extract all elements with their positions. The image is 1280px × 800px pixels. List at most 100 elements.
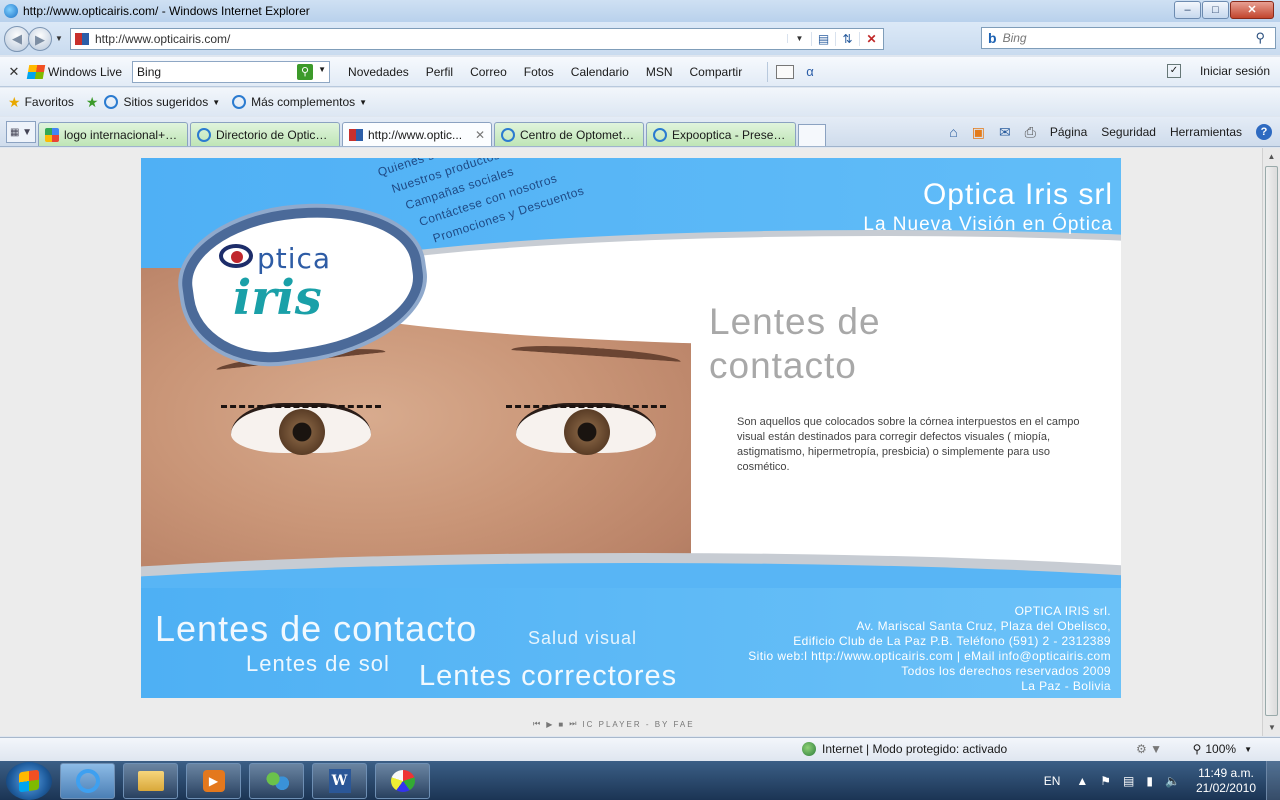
next-icon[interactable]: ⏭ <box>569 719 578 729</box>
address-line: Sitio web:l http://www.opticairis.com | … <box>748 649 1111 663</box>
refresh-icon[interactable]: ⇅ <box>835 31 859 46</box>
link-lentes-contacto[interactable]: Lentes de contacto <box>155 608 477 650</box>
close-toolbar-icon[interactable]: ✕ <box>0 64 28 80</box>
suggested-sites-link[interactable]: Sitios sugeridos <box>123 95 208 109</box>
ie-icon <box>75 768 100 793</box>
tools-status-icon[interactable]: ⚙ ▼ <box>1136 742 1162 756</box>
windows-live-label[interactable]: Windows Live <box>48 65 122 79</box>
play-icon[interactable]: ▶ <box>546 720 554 729</box>
forward-button[interactable]: ▶ <box>28 26 52 51</box>
quick-tabs-button[interactable]: ▦ ▼ <box>6 121 36 143</box>
chevron-down-icon[interactable]: ▼ <box>359 98 367 107</box>
taskbar-word[interactable]: W <box>312 762 367 799</box>
taskbar-media-player[interactable]: ▶ <box>186 762 241 799</box>
scroll-up-icon[interactable]: ▲ <box>1263 148 1280 165</box>
tab-expooptica[interactable]: Expooptica - Present... <box>646 122 796 146</box>
help-icon[interactable]: ? <box>1256 124 1272 140</box>
language-indicator[interactable]: EN <box>1044 774 1061 788</box>
taskbar-ie[interactable] <box>60 762 115 799</box>
show-hidden-icons-icon[interactable]: ▲ <box>1076 774 1088 788</box>
stop-icon[interactable]: ■ <box>558 720 565 729</box>
clock[interactable]: 11:49 a.m. 21/02/2010 <box>1196 766 1256 796</box>
show-desktop-button[interactable] <box>1266 761 1280 800</box>
link-lentes-sol[interactable]: Lentes de sol <box>246 651 390 677</box>
search-input[interactable]: b Bing ⚲ <box>981 27 1276 49</box>
ie-page-icon <box>197 127 211 142</box>
live-menu-item[interactable]: MSN <box>646 65 673 79</box>
addons-link[interactable]: Más complementos <box>251 95 355 109</box>
translate-icon[interactable]: α <box>806 64 814 79</box>
tab-label: Expooptica - Present... <box>672 127 789 142</box>
print-icon[interactable]: ⎙ <box>1025 124 1036 141</box>
windows-taskbar: ▶ W EN ▲ ⚑ ▤ ▮ 🔈 11:49 a.m. 21/02/2010 <box>0 761 1280 800</box>
address-field[interactable]: http://www.opticairis.com/ ▼ ▤ ⇅ ✕ <box>70 27 884 50</box>
signal-icon[interactable]: ▮ <box>1146 774 1153 788</box>
close-window-button[interactable]: ✕ <box>1230 1 1274 19</box>
link-lentes-correctores[interactable]: Lentes correctores <box>419 660 677 693</box>
mail-icon[interactable]: ✉ <box>999 124 1011 141</box>
google-icon <box>45 127 59 142</box>
signin-area[interactable]: ✓ Iniciar sesión <box>1166 64 1270 78</box>
scroll-thumb[interactable] <box>1265 166 1278 716</box>
scroll-down-icon[interactable]: ▼ <box>1263 719 1280 736</box>
live-menu-item[interactable]: Compartir <box>690 65 743 79</box>
stop-icon[interactable]: ✕ <box>859 31 883 46</box>
live-menu-item[interactable]: Correo <box>470 65 507 79</box>
prev-icon[interactable]: ⏮ <box>533 719 542 729</box>
tools-menu[interactable]: Herramientas <box>1170 125 1242 139</box>
ie-page-icon <box>232 95 247 109</box>
new-tab-button[interactable] <box>798 124 826 146</box>
feeds-icon[interactable]: ▣ <box>972 124 985 141</box>
recent-pages-dropdown[interactable]: ▼ <box>52 34 66 43</box>
taskbar-paint[interactable] <box>375 762 430 799</box>
chevron-down-icon[interactable]: ▼ <box>212 98 220 107</box>
music-player: ⏮ ▶ ■ ⏭ IC PLAYER - BY FAE <box>533 718 728 730</box>
volume-icon[interactable]: 🔈 <box>1165 774 1180 788</box>
start-button[interactable] <box>6 761 52 800</box>
page-menu[interactable]: Página <box>1050 125 1087 139</box>
tab-directorio-opticas[interactable]: Directorio de Opticas... <box>190 122 340 146</box>
url-text[interactable]: http://www.opticairis.com/ <box>95 32 230 46</box>
address-dropdown-icon[interactable]: ▼ <box>787 34 811 43</box>
window-title-bar: http://www.opticairis.com/ - Windows Int… <box>0 0 1280 22</box>
tab-logo-internacional[interactable]: logo internacional+o... <box>38 122 188 146</box>
vertical-scrollbar[interactable]: ▲ ▼ <box>1262 148 1280 736</box>
safety-menu[interactable]: Seguridad <box>1101 125 1156 139</box>
zone-text: Internet | Modo protegido: activado <box>822 742 1008 756</box>
ie-page-icon <box>653 127 667 142</box>
tab-opticairis-active[interactable]: http://www.optic... ✕ <box>342 122 492 146</box>
player-label: IC PLAYER - BY FAE <box>582 719 695 729</box>
live-search-input[interactable]: Bing ⚲ ▼ <box>132 60 331 83</box>
live-menu-item[interactable]: Calendario <box>571 65 629 79</box>
live-menu-item[interactable]: Fotos <box>524 65 554 79</box>
zoom-control[interactable]: ⚲ 100% ▼ <box>1193 742 1252 756</box>
security-zone[interactable]: Internet | Modo protegido: activado <box>802 742 1007 756</box>
highlight-icon[interactable] <box>776 64 795 79</box>
taskbar-explorer[interactable] <box>123 762 178 799</box>
signin-link[interactable]: Iniciar sesión <box>1200 64 1270 78</box>
search-icon[interactable]: ⚲ <box>1255 30 1265 46</box>
search-placeholder: Bing <box>1002 31 1027 45</box>
network-icon[interactable]: ▤ <box>1123 774 1134 788</box>
compatibility-view-icon[interactable]: ▤ <box>811 31 835 46</box>
favorites-button[interactable]: Favoritos <box>25 95 74 109</box>
chevron-down-icon[interactable]: ▼ <box>1244 745 1252 754</box>
maximize-button[interactable]: □ <box>1202 1 1229 19</box>
tab-centro-optometria[interactable]: Centro de Optometri... <box>494 122 644 146</box>
toolbar-separator <box>767 61 769 82</box>
chevron-down-icon[interactable]: ▼ <box>318 65 326 74</box>
address-line: Edificio Club de La Paz P.B. Teléfono (5… <box>793 634 1111 648</box>
minimize-button[interactable]: – <box>1174 1 1201 19</box>
action-center-icon[interactable]: ⚑ <box>1100 774 1111 788</box>
close-tab-icon[interactable]: ✕ <box>475 128 485 142</box>
search-go-icon[interactable]: ⚲ <box>297 63 314 80</box>
back-button[interactable]: ◀ <box>4 25 30 52</box>
ie-logo-icon <box>4 4 18 18</box>
live-menu-item[interactable]: Perfil <box>426 65 453 79</box>
live-menu-item[interactable]: Novedades <box>348 65 409 79</box>
taskbar-messenger[interactable] <box>249 762 304 799</box>
add-favorite-icon[interactable]: ★ <box>86 94 99 111</box>
home-icon[interactable]: ⌂ <box>949 124 957 140</box>
link-salud-visual[interactable]: Salud visual <box>528 628 637 649</box>
status-bar: Internet | Modo protegido: activado ⚙ ▼ … <box>0 737 1280 761</box>
